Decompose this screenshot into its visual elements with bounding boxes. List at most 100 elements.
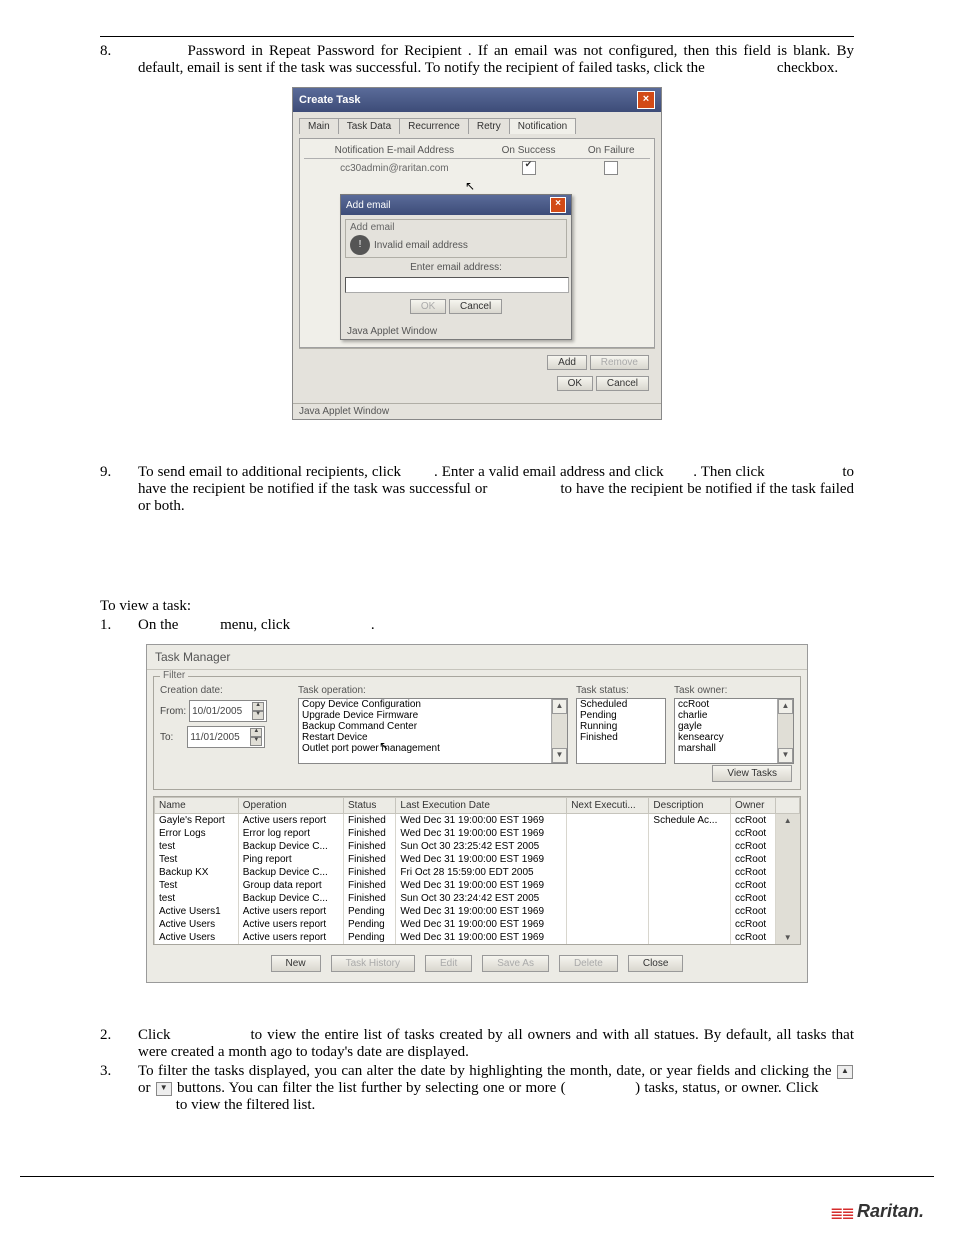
edit-button[interactable]: Edit — [425, 955, 472, 972]
list-item[interactable]: kensearcy — [675, 732, 793, 743]
ok-button[interactable]: OK — [557, 376, 593, 391]
scroll-down-icon[interactable]: ▼ — [778, 748, 793, 763]
list-item[interactable]: Upgrade Device Firmware — [299, 710, 567, 721]
view-step-3: 3. To filter the tasks displayed, you ca… — [100, 1063, 854, 1114]
table-cell: Active Users1 — [155, 905, 239, 918]
table-row[interactable]: TestGroup data reportFinishedWed Dec 31 … — [155, 879, 800, 892]
table-cell: Active users report — [238, 814, 343, 828]
add-email-input[interactable] — [345, 277, 569, 293]
tab-retry[interactable]: Retry — [468, 118, 510, 134]
close-button[interactable]: Close — [628, 955, 684, 972]
list-item[interactable]: charlie — [675, 710, 793, 721]
on-failure-checkbox[interactable] — [604, 161, 618, 175]
list-item[interactable]: Scheduled — [577, 699, 665, 710]
add-email-cancel-button[interactable]: Cancel — [449, 299, 502, 314]
remove-button[interactable]: Remove — [590, 355, 649, 370]
list-item[interactable]: Finished — [577, 732, 665, 743]
tab-task-data[interactable]: Task Data — [338, 118, 400, 134]
table-cell: test — [155, 892, 239, 905]
task-owner-list[interactable]: ccRoot charlie gayle kensearcy marshall … — [674, 698, 794, 764]
view-tasks-button[interactable]: View Tasks — [712, 765, 792, 782]
table-cell — [567, 879, 649, 892]
table-row[interactable]: Active UsersActive users reportPendingWe… — [155, 918, 800, 931]
list-item[interactable]: ccRoot — [675, 699, 793, 710]
close-icon[interactable]: × — [637, 91, 655, 109]
col-operation[interactable]: Operation — [238, 798, 343, 814]
on-success-checkbox[interactable] — [522, 161, 536, 175]
view-step-2: 2. Click View Tasks to view the entire l… — [100, 1027, 854, 1061]
cancel-button[interactable]: Cancel — [596, 376, 649, 391]
table-cell: ccRoot — [731, 918, 776, 931]
task-history-button[interactable]: Task History — [331, 955, 415, 972]
table-row[interactable]: Gayle's ReportActive users reportFinishe… — [155, 814, 800, 828]
table-scroll-cell[interactable]: ▲ — [776, 814, 800, 828]
table-scroll-cell[interactable]: ▼ — [776, 931, 800, 944]
table-cell — [567, 853, 649, 866]
table-row[interactable]: TestPing reportFinishedWed Dec 31 19:00:… — [155, 853, 800, 866]
col-next-exec[interactable]: Next Executi... — [567, 798, 649, 814]
add-email-ok-button[interactable]: OK — [410, 299, 446, 314]
table-row[interactable]: Active UsersActive users reportPendingWe… — [155, 931, 800, 944]
table-scroll-cell[interactable] — [776, 840, 800, 853]
to-date-input[interactable]: 11/01/2005▲▼ — [187, 726, 265, 748]
col-last-exec[interactable]: Last Execution Date — [396, 798, 567, 814]
table-scroll-cell[interactable] — [776, 866, 800, 879]
scrollbar[interactable]: ▲ ▼ — [551, 699, 567, 763]
table-scroll-cell[interactable] — [776, 853, 800, 866]
task-status-list[interactable]: Scheduled Pending Running Finished — [576, 698, 666, 764]
tasks-table: Name Operation Status Last Execution Dat… — [153, 796, 801, 945]
close-icon[interactable]: × — [550, 197, 566, 213]
col-description[interactable]: Description — [649, 798, 731, 814]
add-button[interactable]: Add — [547, 355, 587, 370]
from-date-input[interactable]: 10/01/2005▲▼ — [189, 700, 267, 722]
scroll-up-icon[interactable]: ▲ — [778, 699, 793, 714]
spin-down-icon[interactable]: ▼ — [252, 711, 264, 720]
delete-button[interactable]: Delete — [559, 955, 618, 972]
table-row[interactable]: Backup KXBackup Device C...FinishedFri O… — [155, 866, 800, 879]
list-item[interactable]: Restart Device — [299, 732, 567, 743]
table-row[interactable]: Error LogsError log reportFinishedWed De… — [155, 827, 800, 840]
table-row[interactable]: testBackup Device C...FinishedSun Oct 30… — [155, 840, 800, 853]
table-cell: ccRoot — [731, 931, 776, 944]
s8-pw: Password in Repeat Password for Recipien… — [188, 43, 462, 59]
table-scroll-cell[interactable] — [776, 827, 800, 840]
list-item[interactable]: Running — [577, 721, 665, 732]
step-number: 9. — [100, 464, 138, 515]
scrollbar[interactable]: ▲ ▼ — [777, 699, 793, 763]
spin-up-icon[interactable]: ▲ — [252, 702, 264, 711]
spin-down-icon[interactable]: ▼ — [250, 737, 262, 746]
list-item[interactable]: marshall — [675, 743, 793, 754]
table-cell: Sun Oct 30 23:25:42 EST 2005 — [396, 840, 567, 853]
spin-down-icon: ▼ — [156, 1082, 172, 1096]
col-status[interactable]: Status — [344, 798, 396, 814]
col-owner[interactable]: Owner — [731, 798, 776, 814]
table-row[interactable]: testBackup Device C...FinishedSun Oct 30… — [155, 892, 800, 905]
col-name[interactable]: Name — [155, 798, 239, 814]
task-operation-list[interactable]: Copy Device Configuration Upgrade Device… — [298, 698, 568, 764]
spin-up-icon[interactable]: ▲ — [250, 728, 262, 737]
list-item[interactable]: Pending — [577, 710, 665, 721]
table-cell: Active Users — [155, 931, 239, 944]
s8-suffix-b: checkbox. — [777, 60, 838, 76]
table-cell — [567, 840, 649, 853]
scroll-down-icon[interactable]: ▼ — [552, 748, 567, 763]
new-button[interactable]: New — [271, 955, 321, 972]
list-item[interactable]: gayle — [675, 721, 793, 732]
table-scroll-cell[interactable] — [776, 892, 800, 905]
table-scroll-cell[interactable] — [776, 879, 800, 892]
save-as-button[interactable]: Save As — [482, 955, 549, 972]
table-row[interactable]: Active Users1Active users reportPendingW… — [155, 905, 800, 918]
tab-main[interactable]: Main — [299, 118, 339, 134]
raritan-brand: Raritan. — [857, 1201, 924, 1221]
tab-recurrence[interactable]: Recurrence — [399, 118, 469, 134]
list-item[interactable]: Backup Command Center — [299, 721, 567, 732]
list-item[interactable]: Copy Device Configuration — [299, 699, 567, 710]
v2-b: to view the entire list of tasks created… — [138, 1027, 854, 1060]
table-cell — [567, 827, 649, 840]
scroll-up-icon[interactable]: ▲ — [552, 699, 567, 714]
table-cell — [567, 905, 649, 918]
table-scroll-cell[interactable] — [776, 905, 800, 918]
tab-notification[interactable]: Notification — [509, 118, 576, 134]
list-item[interactable]: Outlet port power management — [299, 743, 567, 754]
table-scroll-cell[interactable] — [776, 918, 800, 931]
